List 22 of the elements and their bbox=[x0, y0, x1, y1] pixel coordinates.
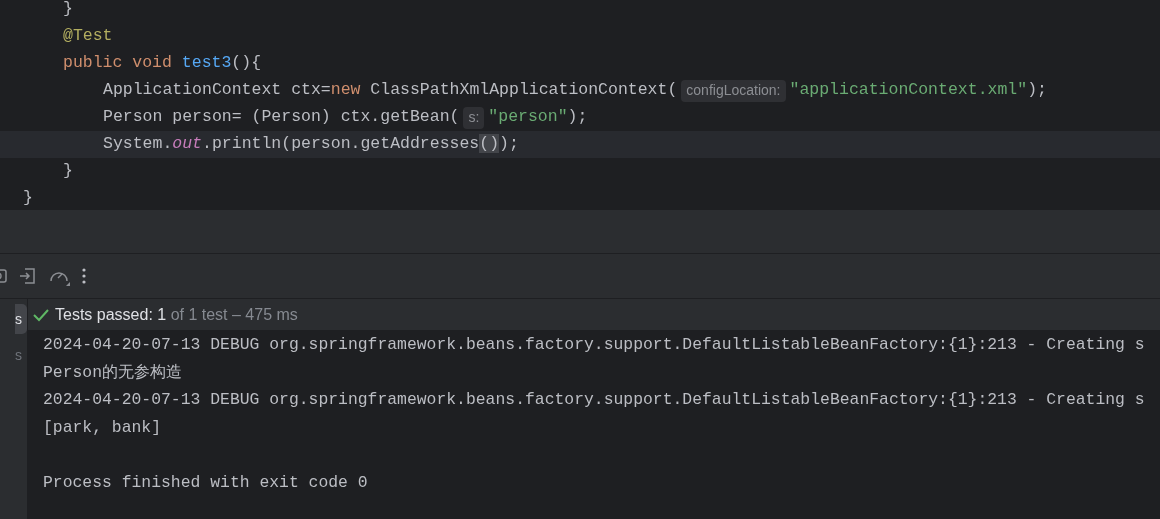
side-tab[interactable]: s bbox=[15, 304, 27, 334]
console-line: 2024-04-20-07-13 DEBUG org.springframework.beans.factory.support.DefaultListableBeanFactory:{1}:213 - Creating s bbox=[43, 389, 1145, 412]
code-text: ApplicationContext ctx=new ClassPathXmlApplicationContext( bbox=[103, 79, 678, 102]
check-icon bbox=[33, 307, 49, 322]
code-text: @Test bbox=[63, 25, 113, 48]
more-icon[interactable] bbox=[81, 267, 87, 285]
code-text: "applicationContext.xml"); bbox=[789, 79, 1047, 102]
console-line: 2024-04-20-07-13 DEBUG org.springframework.beans.factory.support.DefaultListableBeanFactory:{1}:213 - Creating s bbox=[43, 334, 1145, 357]
exit-icon[interactable] bbox=[19, 267, 37, 285]
code-text: } bbox=[23, 187, 33, 210]
code-text: public void test3(){ bbox=[63, 52, 262, 75]
code-text: Person person= (Person) ctx.getBean( bbox=[103, 106, 460, 129]
console-line: [park, bank] bbox=[43, 416, 162, 439]
code-text: System.out.println(person.getAddresses()); bbox=[103, 133, 519, 156]
code-text: "person"); bbox=[488, 106, 588, 129]
parameter-hint: configLocation: bbox=[681, 79, 786, 102]
console-line: Person的无参构造 bbox=[43, 361, 183, 384]
code-text: } bbox=[63, 0, 73, 21]
code-text: } bbox=[63, 160, 73, 183]
exit-message: Process finished with exit code 0 bbox=[43, 471, 368, 494]
parameter-hint: s: bbox=[463, 106, 485, 129]
test-status-text: Tests passed: 1 of 1 test – 475 ms bbox=[55, 304, 298, 325]
